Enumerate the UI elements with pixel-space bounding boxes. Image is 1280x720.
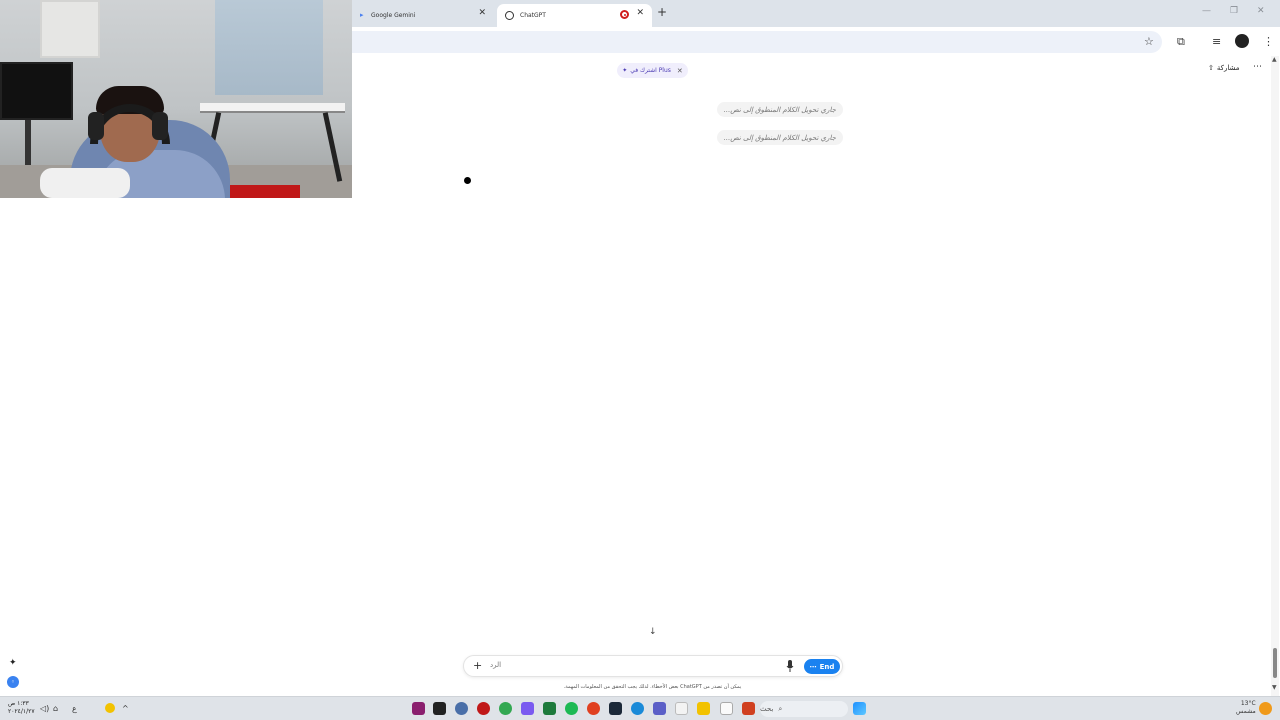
app-icon[interactable] [455, 702, 468, 715]
tab-search-icon[interactable]: ≡ [1212, 35, 1221, 48]
search-icon: ⌕ [778, 704, 783, 713]
steam-icon[interactable] [609, 702, 622, 715]
spotify-icon[interactable] [565, 702, 578, 715]
taskbar-search[interactable]: ⌕ بحث [760, 701, 848, 717]
windows-taskbar: ١:٣٣ ص ٢٠٢٤/١/٢٧ ◁) ⌂ ع ^ ⌕ بحث 13°C مشم… [0, 696, 1280, 720]
voice-waves-icon: ⋯ [809, 662, 817, 671]
chevron-up-icon[interactable]: ^ [122, 704, 129, 713]
page-scrollbar[interactable]: ▲ ▼ [1271, 56, 1279, 696]
upgrade-plus-pill[interactable]: ✦ اشترك في Plus ✕ [617, 63, 688, 78]
gemini-icon: ▸ [360, 11, 364, 19]
scroll-up-arrow-icon[interactable]: ▲ [1272, 56, 1277, 63]
message-input[interactable] [490, 661, 770, 669]
scrollbar-thumb[interactable] [1273, 648, 1277, 678]
sparkle-icon[interactable]: ✦ [9, 658, 17, 668]
webcam-overlay [0, 0, 352, 198]
tab-google-gemini[interactable]: ▸ Google Gemini ✕ [352, 4, 494, 27]
profile-avatar[interactable] [1235, 34, 1249, 48]
clock-date: ٢٠٢٤/١/٢٧ [8, 708, 35, 715]
input-language[interactable]: ع [72, 704, 77, 713]
chrome-icon[interactable] [499, 702, 512, 715]
webcam-earcup [152, 112, 168, 140]
plus-icon[interactable]: + [473, 659, 482, 672]
share-icon: ⇧ [1208, 64, 1214, 72]
app-icon[interactable] [477, 702, 490, 715]
app-icon[interactable] [521, 702, 534, 715]
webcam-hand [40, 168, 130, 198]
message-composer: + ⋯ End [463, 655, 843, 677]
clock-time: ١:٣٣ ص [8, 700, 29, 707]
weather-desc: مشمس [1236, 708, 1256, 715]
menu-icon[interactable]: ⋮ [1263, 35, 1274, 48]
webcam-tv [0, 62, 73, 120]
mic-icon[interactable] [786, 660, 794, 672]
chatgpt-icon [505, 11, 514, 20]
end-label: End [819, 662, 835, 671]
share-label: مشاركة [1216, 64, 1240, 72]
chrome-icon[interactable] [587, 702, 600, 715]
windows-start-icon[interactable] [853, 702, 866, 715]
webcam-shelf [40, 0, 100, 58]
close-icon[interactable]: ✕ [636, 8, 644, 18]
plus-pill-label: اشترك في Plus [630, 67, 671, 74]
webcam-window [215, 0, 323, 95]
close-icon[interactable]: ✕ [478, 8, 486, 18]
assistant-badge-icon[interactable]: ◦ [7, 676, 19, 688]
weather-temp: 13°C [1240, 700, 1256, 707]
app-icon[interactable] [742, 702, 755, 715]
webcam-red-object [220, 185, 300, 198]
user-message-transcribing: جاري تحويل الكلام المنطوق إلى نص... [716, 130, 843, 145]
webcam-earcup [88, 112, 104, 140]
network-icon[interactable]: ⌂ [53, 704, 58, 713]
edge-icon[interactable] [631, 702, 644, 715]
tab-label: Google Gemini [371, 12, 416, 19]
scroll-down-icon[interactable]: ↓ [649, 627, 657, 637]
volume-icon[interactable]: ◁) [40, 704, 49, 713]
webcam-tv-stand [25, 120, 31, 165]
excel-icon[interactable] [543, 702, 556, 715]
share-button[interactable]: ⇧ مشاركة [1208, 64, 1239, 72]
record-icon [620, 10, 629, 19]
tab-label: ChatGPT [520, 12, 546, 19]
address-bar[interactable] [352, 31, 1162, 53]
close-icon[interactable]: ✕ [677, 67, 683, 75]
sparkle-icon: ✦ [622, 67, 628, 74]
loading-dot [464, 177, 471, 184]
store-icon[interactable] [675, 702, 688, 715]
search-label: بحث [760, 705, 774, 713]
restore-icon[interactable]: ❐ [1230, 6, 1238, 16]
more-icon[interactable]: ⋯ [1253, 62, 1262, 72]
extensions-icon[interactable]: ⧉ [1177, 35, 1185, 49]
window-close-icon[interactable]: ✕ [1257, 6, 1265, 16]
app-icon[interactable] [653, 702, 666, 715]
weather-widget[interactable]: 13°C مشمس [1236, 700, 1256, 716]
app-icon[interactable] [412, 702, 425, 715]
minimize-icon[interactable]: — [1202, 6, 1211, 16]
bookmark-star-icon[interactable]: ☆ [1144, 35, 1154, 48]
disclaimer-text: يمكن أن تصدر من ChatGPT بعض الأخطاء. لذل… [563, 684, 742, 690]
webcam-desk [200, 103, 345, 113]
end-voice-button[interactable]: ⋯ End [804, 659, 840, 674]
file-explorer-icon[interactable] [697, 702, 710, 715]
app-icon[interactable] [720, 702, 733, 715]
tray-app-icon[interactable] [105, 703, 115, 713]
user-message-transcribing: جاري تحويل الكلام المنطوق إلى نص... [716, 102, 843, 117]
app-icon[interactable] [433, 702, 446, 715]
browser-toolbar: ☆ ⧉ ≡ ⋮ [352, 27, 1280, 57]
weather-sun-icon[interactable] [1259, 702, 1272, 715]
tab-chatgpt[interactable]: ChatGPT ✕ [497, 4, 652, 27]
scroll-down-arrow-icon[interactable]: ▼ [1272, 684, 1277, 691]
taskbar-clock[interactable]: ١:٣٣ ص ٢٠٢٤/١/٢٧ [8, 700, 35, 716]
browser-tab-strip: ▸ Google Gemini ✕ ChatGPT ✕ + — ❐ ✕ [352, 0, 1280, 27]
new-tab-button[interactable]: + [657, 5, 667, 19]
